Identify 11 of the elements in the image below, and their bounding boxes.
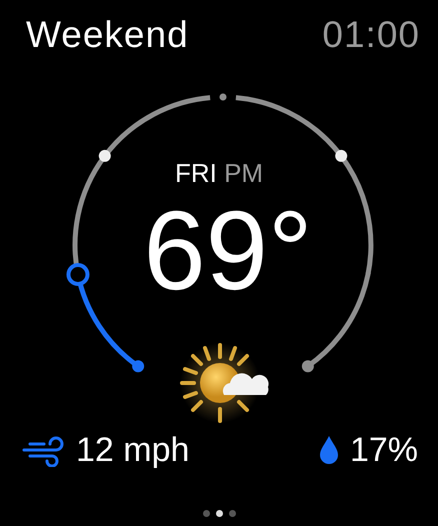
wind-speed: 12 mph — [76, 430, 190, 470]
temperature: 69° — [142, 195, 313, 307]
precipitation-chance: 17% — [350, 430, 418, 470]
clock-time: 01:00 — [322, 14, 420, 56]
raindrop-icon — [318, 435, 340, 465]
forecast-time: FRI PM — [174, 158, 264, 189]
page-dot[interactable] — [202, 510, 210, 517]
screen-title: Weekend — [26, 14, 189, 56]
page-dot[interactable] — [216, 510, 222, 517]
dial-handle[interactable] — [66, 263, 90, 286]
page-dot[interactable] — [228, 510, 236, 517]
